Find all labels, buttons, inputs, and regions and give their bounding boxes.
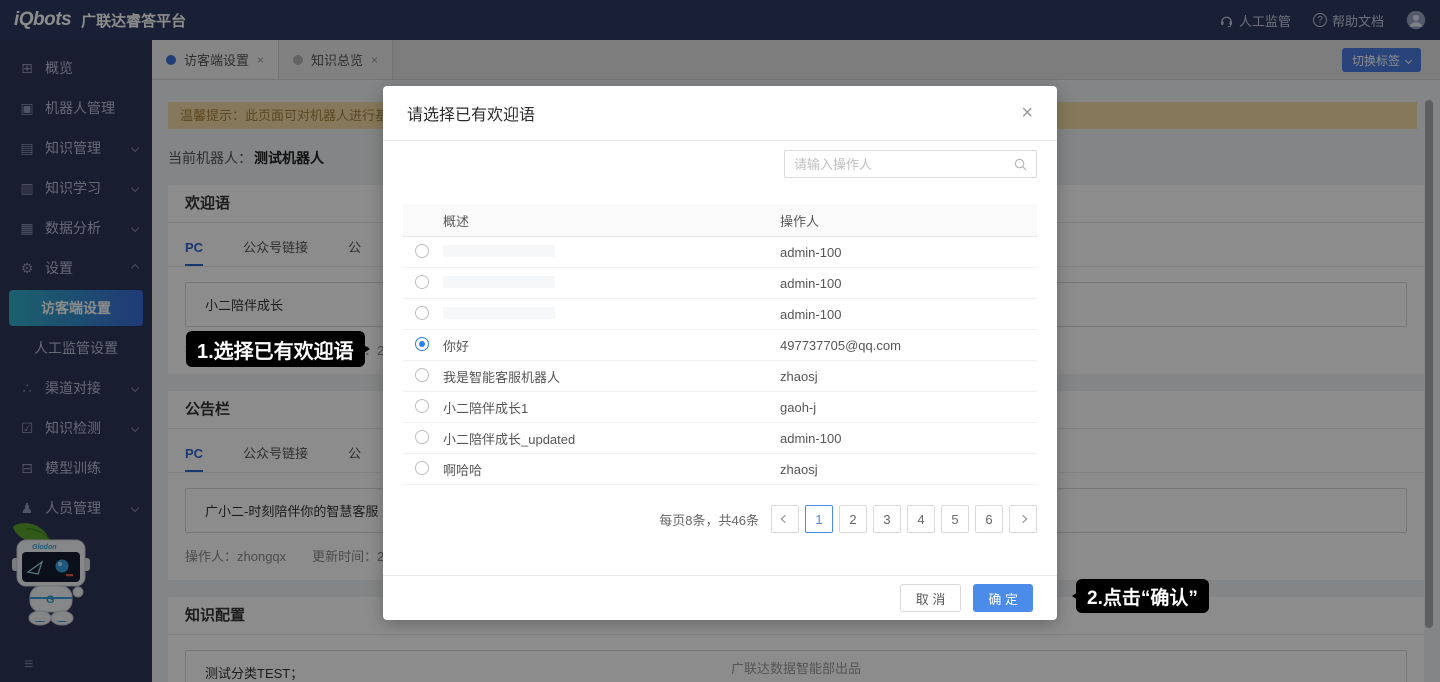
close-icon[interactable]: × <box>1021 103 1033 123</box>
page-number-1[interactable]: 1 <box>805 505 833 533</box>
table-row[interactable]: 小二陪伴成长_updated admin-100 <box>403 423 1037 454</box>
blank-summary-placeholder <box>443 276 555 288</box>
operator-cell: 497737705@qq.com <box>780 338 1037 353</box>
table-row[interactable]: 我是智能客服机器人 zhaosj <box>403 361 1037 392</box>
pagination-info: 每页8条，共46条 <box>659 510 759 529</box>
chevron-left-icon <box>781 515 789 523</box>
summary-cell: 小二陪伴成长1 <box>443 398 780 417</box>
operator-cell: admin-100 <box>780 276 1037 291</box>
page-number-2[interactable]: 2 <box>839 505 867 533</box>
cancel-button[interactable]: 取 消 <box>900 584 962 612</box>
pagination: 每页8条，共46条 1 2 3 4 5 6 <box>403 505 1037 533</box>
page-number-5[interactable]: 5 <box>941 505 969 533</box>
next-page-button[interactable] <box>1009 505 1037 533</box>
operator-cell: zhaosj <box>780 369 1037 384</box>
table-row[interactable]: 小二陪伴成长1 gaoh-j <box>403 392 1037 423</box>
table-row[interactable]: admin-100 <box>403 268 1037 299</box>
blank-summary-placeholder <box>443 245 555 257</box>
operator-column-header: 操作人 <box>780 211 1037 230</box>
table-row[interactable]: admin-100 <box>403 237 1037 268</box>
page-number-3[interactable]: 3 <box>873 505 901 533</box>
confirm-button[interactable]: 确 定 <box>973 584 1033 612</box>
radio-button[interactable] <box>415 306 429 320</box>
radio-button-selected[interactable] <box>415 337 429 351</box>
operator-cell: gaoh-j <box>780 400 1037 415</box>
operator-cell: admin-100 <box>780 245 1037 260</box>
radio-button[interactable] <box>415 368 429 382</box>
table-row[interactable]: 啊哈哈 zhaosj <box>403 454 1037 485</box>
welcome-table: 概述 操作人 admin-100 admin-100 admin-100 你好 <box>403 204 1037 533</box>
page-number-4[interactable]: 4 <box>907 505 935 533</box>
blank-summary-placeholder <box>443 307 555 319</box>
annotation-step1: 1.选择已有欢迎语 <box>186 331 365 367</box>
operator-cell: zhaosj <box>780 462 1037 477</box>
chevron-right-icon <box>1019 515 1027 523</box>
summary-cell: 啊哈哈 <box>443 460 780 479</box>
select-welcome-dialog: 请选择已有欢迎语 × 概述 操作人 admin-100 admin-100 <box>383 86 1057 620</box>
summary-cell: 小二陪伴成长_updated <box>443 429 780 448</box>
app-canvas: iQbots 广联达睿答平台 人工监管 ? 帮助文档 ⊞概览 ▣机器人管理 ▤知… <box>0 0 1440 682</box>
operator-cell: admin-100 <box>780 307 1037 322</box>
radio-button[interactable] <box>415 461 429 475</box>
summary-cell: 你好 <box>443 336 780 355</box>
operator-search-box <box>784 150 1037 178</box>
table-header: 概述 操作人 <box>403 204 1037 237</box>
search-icon[interactable] <box>1013 157 1028 172</box>
operator-search-input[interactable] <box>785 157 1013 172</box>
radio-button[interactable] <box>415 399 429 413</box>
summary-cell: 我是智能客服机器人 <box>443 367 780 386</box>
page-number-6[interactable]: 6 <box>975 505 1003 533</box>
table-row-selected[interactable]: 你好 497737705@qq.com <box>403 330 1037 361</box>
dialog-title: 请选择已有欢迎语 <box>407 101 535 125</box>
radio-button[interactable] <box>415 244 429 258</box>
summary-column-header: 概述 <box>443 211 780 230</box>
radio-button[interactable] <box>415 275 429 289</box>
radio-button[interactable] <box>415 430 429 444</box>
prev-page-button[interactable] <box>771 505 799 533</box>
operator-cell: admin-100 <box>780 431 1037 446</box>
dialog-header: 请选择已有欢迎语 × <box>383 86 1057 141</box>
annotation-step2: 2.点击“确认” <box>1076 579 1209 613</box>
table-row[interactable]: admin-100 <box>403 299 1037 330</box>
dialog-footer: 取 消 确 定 <box>383 575 1057 620</box>
